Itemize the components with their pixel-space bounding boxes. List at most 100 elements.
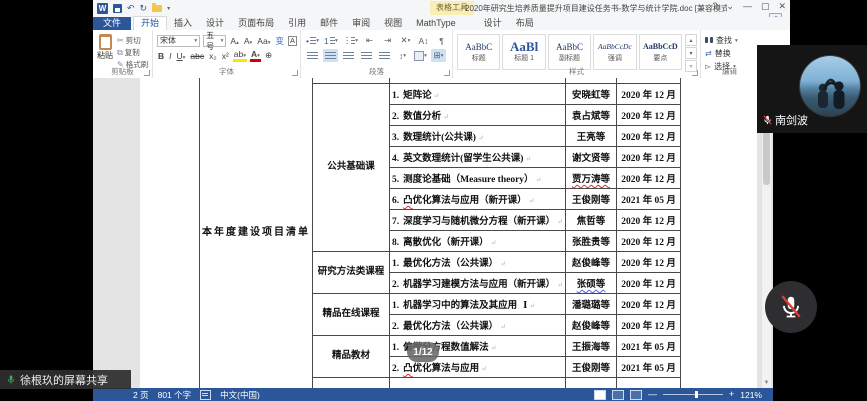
date-cell[interactable]: 2020 年 12 月 bbox=[617, 126, 681, 147]
font-color-button[interactable]: A▾ bbox=[250, 49, 261, 62]
clipboard-dialog-launcher[interactable] bbox=[144, 70, 150, 76]
bold-button[interactable]: B bbox=[157, 51, 165, 61]
date-cell[interactable]: 2020 年 12 月 bbox=[617, 84, 681, 105]
project-table[interactable]: 本年度建设项目清单公共基础课1.矩阵论安晓虹等2020 年 12 月2.数值分析… bbox=[199, 78, 681, 388]
context-tab-布局[interactable]: 布局 bbox=[509, 17, 541, 30]
date-cell[interactable]: 2020 年 12 月 bbox=[617, 273, 681, 294]
tab-设计[interactable]: 设计 bbox=[199, 17, 231, 30]
date-cell[interactable]: 2020 年 12 月 bbox=[617, 315, 681, 336]
row-header-cell[interactable]: 本年度建设项目清单 bbox=[200, 78, 313, 388]
date-cell[interactable]: 2020 年 12 月 bbox=[617, 231, 681, 252]
font-size-combo[interactable]: 五号▾ bbox=[203, 35, 226, 47]
tab-MathType[interactable]: MathType bbox=[409, 17, 463, 30]
document-area[interactable]: 本年度建设项目清单公共基础课1.矩阵论安晓虹等2020 年 12 月2.数值分析… bbox=[93, 78, 790, 388]
styles-scroll-up[interactable]: ▴ bbox=[685, 34, 697, 46]
date-cell[interactable]: 2021 年 05 月 bbox=[617, 357, 681, 378]
course-cell[interactable]: 4.英文数理统计(留学生公共课) bbox=[390, 147, 566, 168]
undo-icon[interactable]: ↶ bbox=[127, 3, 135, 13]
character-border-button[interactable]: A bbox=[288, 36, 297, 46]
increase-indent-button[interactable]: ⇥ bbox=[380, 34, 395, 47]
style-item-subtitle[interactable]: AaBbC 副标题 bbox=[548, 34, 591, 70]
partial-cell[interactable] bbox=[390, 378, 566, 389]
paragraph-dialog-launcher[interactable] bbox=[444, 70, 450, 76]
replace-button[interactable]: ⇄替换 bbox=[705, 48, 755, 59]
subscript-button[interactable]: x₂ bbox=[208, 51, 218, 61]
find-button[interactable]: 查找▾ bbox=[705, 35, 755, 46]
date-cell[interactable]: 2020 年 12 月 bbox=[617, 294, 681, 315]
change-case-button[interactable]: Aa▾ bbox=[256, 36, 271, 46]
person-cell[interactable]: 安晓虹等 bbox=[566, 84, 617, 105]
zoom-slider[interactable] bbox=[663, 394, 723, 395]
tab-邮件[interactable]: 邮件 bbox=[313, 17, 345, 30]
maximize-button[interactable]: ▢ bbox=[761, 1, 770, 12]
partial-cell[interactable] bbox=[566, 378, 617, 389]
person-cell[interactable]: 潘璐璐等 bbox=[566, 294, 617, 315]
redo-icon[interactable]: ↻ bbox=[140, 3, 148, 13]
course-cell[interactable]: 2.数值分析 bbox=[390, 105, 566, 126]
course-cell[interactable]: 2.最优化方法（公共课） bbox=[390, 315, 566, 336]
person-cell[interactable]: 焦哲等 bbox=[566, 210, 617, 231]
minimize-button[interactable]: — bbox=[743, 1, 752, 12]
close-button[interactable]: ✕ bbox=[778, 1, 786, 12]
print-layout-icon[interactable] bbox=[612, 390, 624, 400]
language-indicator[interactable]: 中文(中国) bbox=[220, 389, 260, 401]
course-cell[interactable]: 5.测度论基础（Measure theory） bbox=[390, 168, 566, 189]
person-cell[interactable]: 赵俊峰等 bbox=[566, 252, 617, 273]
read-mode-icon[interactable] bbox=[594, 390, 606, 400]
style-item-emphasis[interactable]: AaBbCcDc 强调 bbox=[593, 34, 636, 70]
zoom-out-button[interactable]: — bbox=[648, 390, 657, 399]
tab-页面布局[interactable]: 页面布局 bbox=[231, 17, 281, 30]
date-cell[interactable]: 2020 年 12 月 bbox=[617, 105, 681, 126]
asian-layout-button[interactable]: ✕▾ bbox=[398, 34, 413, 47]
align-center-button[interactable] bbox=[323, 49, 338, 62]
course-cell[interactable]: 1.最优化方法（公共课） bbox=[390, 252, 566, 273]
align-right-button[interactable] bbox=[341, 49, 356, 62]
zoom-in-button[interactable]: + bbox=[729, 390, 734, 399]
paste-button[interactable]: 粘贴 bbox=[97, 34, 113, 70]
person-cell[interactable]: 赵俊峰等 bbox=[566, 315, 617, 336]
context-tab-设计[interactable]: 设计 bbox=[477, 17, 509, 30]
category-cell[interactable]: 精品在线课程 bbox=[313, 294, 390, 336]
page-count-fragment[interactable]: 2 页 bbox=[133, 389, 149, 401]
qat-customize-arrow[interactable]: ▾ bbox=[167, 5, 170, 12]
scroll-down-arrow[interactable]: ▼ bbox=[762, 379, 771, 388]
participant-video-tile[interactable]: 南剑波 bbox=[757, 45, 867, 133]
bullets-button[interactable]: •▾ bbox=[305, 34, 320, 47]
style-item-heading1[interactable]: AaBl 标题 1 bbox=[502, 34, 545, 70]
underline-button[interactable]: U▾ bbox=[176, 51, 187, 61]
category-cell[interactable]: 研究方法类课程 bbox=[313, 252, 390, 294]
style-item-strong[interactable]: AaBbCcD 要点 bbox=[639, 34, 682, 70]
person-cell[interactable]: 张胜贵等 bbox=[566, 231, 617, 252]
partial-cell[interactable] bbox=[313, 378, 390, 389]
cut-button[interactable]: ✂剪切 bbox=[117, 35, 148, 46]
date-cell[interactable]: 2021 年 05 月 bbox=[617, 189, 681, 210]
person-cell[interactable]: 谢文贤等 bbox=[566, 147, 617, 168]
multilevel-list-button[interactable]: ⋮▾ bbox=[342, 34, 359, 47]
styles-scroll-down[interactable]: ▾ bbox=[685, 47, 697, 59]
borders-button[interactable]: ⊞▾ bbox=[431, 49, 446, 62]
help-button[interactable]: ? bbox=[712, 1, 717, 12]
line-spacing-button[interactable]: ↕▾ bbox=[395, 49, 410, 62]
person-cell[interactable]: 贾万涛等 bbox=[566, 168, 617, 189]
align-left-button[interactable] bbox=[305, 49, 320, 62]
tab-审阅[interactable]: 审阅 bbox=[345, 17, 377, 30]
ribbon-options-button[interactable]: ⌄ bbox=[726, 1, 734, 12]
enclose-characters-button[interactable]: ⊕ bbox=[264, 50, 273, 61]
date-cell[interactable]: 2020 年 12 月 bbox=[617, 210, 681, 231]
course-cell[interactable]: 6.凸优化算法与应用（新开课） bbox=[390, 189, 566, 210]
tab-引用[interactable]: 引用 bbox=[281, 17, 313, 30]
person-cell[interactable]: 王振海等 bbox=[566, 336, 617, 357]
document-page[interactable]: 本年度建设项目清单公共基础课1.矩阵论安晓虹等2020 年 12 月2.数值分析… bbox=[140, 78, 757, 388]
numbering-button[interactable]: 1▾ bbox=[323, 34, 339, 47]
course-cell[interactable]: 8.离散优化（新开课） bbox=[390, 231, 566, 252]
font-family-combo[interactable]: 宋体▾ bbox=[157, 35, 200, 47]
font-dialog-launcher[interactable] bbox=[292, 70, 298, 76]
shrink-font-button[interactable]: A▾ bbox=[243, 36, 253, 46]
italic-button[interactable]: I bbox=[168, 51, 172, 61]
zoom-slider-thumb[interactable] bbox=[695, 391, 698, 398]
course-cell[interactable]: 1.机器学习中的算法及其应用I bbox=[390, 294, 566, 315]
tab-file[interactable]: 文件 bbox=[93, 17, 131, 30]
course-cell[interactable]: 3.数理统计(公共课) bbox=[390, 126, 566, 147]
justify-button[interactable] bbox=[359, 49, 374, 62]
sort-button[interactable]: A↕ bbox=[416, 34, 431, 47]
